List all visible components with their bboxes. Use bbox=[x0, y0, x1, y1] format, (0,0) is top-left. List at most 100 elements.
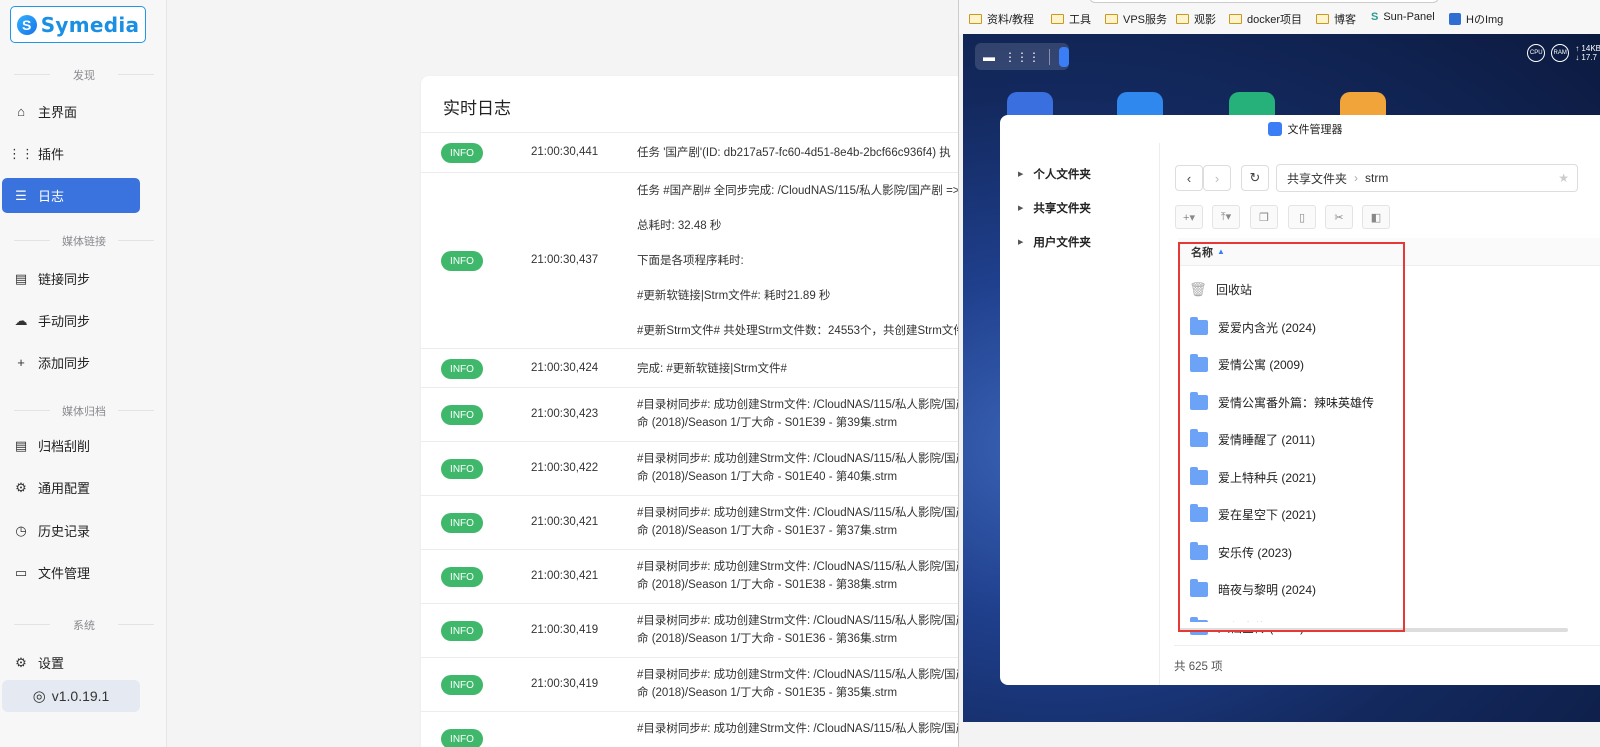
log-row: INFO 21:00:30,419 #目录树同步#: 成功创建Strm文件: /Cl… bbox=[421, 657, 961, 711]
folder-open-icon: ▭ bbox=[14, 564, 28, 580]
nav-label: 链接同步 bbox=[38, 272, 91, 287]
nav-home[interactable]: ⌂ 主界面 bbox=[2, 94, 140, 129]
nav-archive-scrape[interactable]: ▤ 归档刮削 bbox=[2, 428, 140, 463]
file-list-item[interactable]: 爱情公寓番外篇：辣味英雄传 bbox=[1190, 391, 1374, 412]
breadcrumb-item[interactable]: 共享文件夹 bbox=[1287, 170, 1347, 187]
column-header-name[interactable]: 名称 ▲ bbox=[1178, 238, 1600, 266]
rename-button[interactable]: ◧ bbox=[1362, 205, 1390, 229]
folder-icon bbox=[1229, 14, 1242, 24]
window-titlebar[interactable]: 文件管理器 bbox=[1000, 115, 1600, 143]
log-row: INFO 21:00:30,437 任务 #国产剧# 全同步完成: /CloudNA… bbox=[421, 172, 961, 348]
file-list-item[interactable]: 暗夜与黎明 (2024) bbox=[1190, 578, 1317, 599]
tree-item-personal[interactable]: ▶ 个人文件夹 bbox=[1018, 166, 1091, 182]
nav-label: 通用配置 bbox=[38, 481, 91, 496]
bookmark-folder[interactable]: 观影 bbox=[1176, 11, 1216, 27]
log-row: INFO 21:00:30,424 完成: #更新软链接|Strm文件# bbox=[421, 348, 961, 387]
folder-icon bbox=[1190, 578, 1208, 597]
file-name: 爱爱内含光 (2024) bbox=[1218, 320, 1317, 335]
file-name: 暗夜与黎明 (2024) bbox=[1218, 582, 1317, 597]
cut-button[interactable]: ✂ bbox=[1325, 205, 1353, 229]
file-manager-app-icon[interactable] bbox=[1058, 46, 1069, 67]
log-level-badge: INFO bbox=[441, 459, 483, 479]
expand-arrow-icon[interactable]: ▶ bbox=[1018, 204, 1023, 212]
logo-icon: S bbox=[16, 14, 37, 35]
upload-button[interactable]: ⤒▾ bbox=[1212, 205, 1240, 229]
window-title: 文件管理器 bbox=[1287, 124, 1343, 136]
bookmark-folder[interactable]: docker项目 bbox=[1229, 11, 1302, 27]
log-level-badge: INFO bbox=[441, 513, 483, 533]
folder-icon bbox=[1190, 353, 1208, 372]
gear-icon: ⚙ bbox=[15, 479, 27, 495]
app-name: Symedia bbox=[40, 12, 140, 37]
version-button[interactable]: ◎ v1.0.19.1 bbox=[2, 680, 140, 712]
file-list-item[interactable]: 爱情公寓 (2009) bbox=[1190, 353, 1305, 374]
move-button[interactable]: ▯ bbox=[1288, 205, 1316, 229]
file-list-item[interactable]: 🗑 回收站 bbox=[1189, 279, 1252, 299]
nav-link-sync[interactable]: ▤ 链接同步 bbox=[2, 261, 140, 296]
nav-history[interactable]: ◷ 历史记录 bbox=[2, 513, 140, 548]
nav-plugins[interactable]: ⋮⋮ 插件 bbox=[2, 136, 140, 171]
monitor-icon[interactable]: ▬ bbox=[983, 50, 995, 64]
refresh-button[interactable]: ↻ bbox=[1241, 165, 1269, 191]
forward-button[interactable]: › bbox=[1203, 165, 1231, 191]
copy-button[interactable]: ❐ bbox=[1250, 205, 1278, 229]
folder-icon bbox=[1190, 391, 1208, 410]
bookmark-folder[interactable]: 资料/教程 bbox=[969, 11, 1034, 27]
star-icon[interactable]: ★ bbox=[1558, 171, 1569, 185]
tree-item-users[interactable]: ▶ 用户文件夹 bbox=[1018, 234, 1091, 250]
apps-grid-icon[interactable]: ⋮⋮⋮ bbox=[1004, 50, 1040, 64]
folder-icon bbox=[1176, 14, 1189, 24]
system-status: CPU RAM ↑ 14KB ↓ 17.7 bbox=[1527, 44, 1600, 62]
breadcrumb-item[interactable]: strm bbox=[1365, 171, 1388, 185]
breadcrumb[interactable]: 共享文件夹 › strm ★ bbox=[1276, 164, 1578, 192]
log-message: #目录树同步#: 成功创建Strm文件: /CloudNAS/115/私人影院/… bbox=[637, 507, 961, 519]
nav-label: 插件 bbox=[38, 147, 65, 162]
browser-window: 资料/教程 工具 VPS服务 观影 docker项目 博客 S Sun-Panel… bbox=[958, 0, 1600, 747]
file-list-item[interactable]: 安乐传 (2023) bbox=[1190, 541, 1292, 562]
nav-label: 归档刮削 bbox=[38, 439, 91, 454]
log-message: 任务 #国产剧# 全同步完成: /CloudNAS/115/私人影院/国产剧 =… bbox=[637, 185, 960, 197]
chevron-left-icon: ‹ bbox=[1186, 170, 1192, 186]
horizontal-scrollbar[interactable] bbox=[1178, 628, 1568, 632]
bookmark-link[interactable]: S Sun-Panel bbox=[1371, 11, 1435, 23]
folder-icon bbox=[1316, 14, 1329, 24]
plus-icon: +▾ bbox=[1183, 211, 1195, 224]
bookmark-folder[interactable]: 工具 bbox=[1051, 11, 1091, 27]
sort-asc-icon: ▲ bbox=[1217, 247, 1225, 256]
log-message: #目录树同步#: 成功创建Strm文件: /CloudNAS/115/私人影院/… bbox=[637, 561, 961, 573]
log-time: 21:00:30,423 bbox=[531, 408, 599, 420]
folder-icon bbox=[1190, 428, 1208, 447]
file-list-item[interactable]: 爱情睡醒了 (2011) bbox=[1190, 428, 1316, 449]
file-name: 爱情睡醒了 (2011) bbox=[1218, 432, 1316, 447]
bookmark-link[interactable]: HのImg bbox=[1449, 11, 1503, 27]
file-list-item[interactable]: 爱上特种兵 (2021) bbox=[1190, 466, 1316, 487]
new-button[interactable]: +▾ bbox=[1175, 205, 1203, 229]
file-list-item[interactable]: 爱爱内含光 (2024) bbox=[1190, 316, 1317, 337]
log-message: #更新软链接|Strm文件#: 耗时21.89 秒 bbox=[637, 290, 831, 302]
nav-general-config[interactable]: ⚙ 通用配置 bbox=[2, 470, 140, 505]
expand-arrow-icon[interactable]: ▶ bbox=[1018, 170, 1023, 178]
file-name: 爱情公寓 (2009) bbox=[1218, 357, 1305, 372]
nav-manual-sync[interactable]: ☁ 手动同步 bbox=[2, 303, 140, 338]
log-time: 21:00:30,421 bbox=[531, 570, 599, 582]
nav-label: 历史记录 bbox=[38, 524, 91, 539]
log-row: INFO #目录树同步#: 成功创建Strm文件: /CloudNAS/115/私… bbox=[421, 711, 961, 747]
nav-logs[interactable]: ☰ 日志 bbox=[2, 178, 140, 213]
app-logo[interactable]: S Symedia bbox=[10, 6, 146, 43]
back-button[interactable]: ‹ bbox=[1175, 165, 1203, 191]
sidebar: S Symedia 发现 ⌂ 主界面 ⋮⋮ 插件 ☰ 日志 媒体链接 ▤ 链接同步 ☁ 手… bbox=[0, 0, 167, 747]
tree-item-shared[interactable]: ▶ 共享文件夹 bbox=[1018, 200, 1091, 216]
nav-file-manager[interactable]: ▭ 文件管理 bbox=[2, 555, 140, 590]
bookmark-folder[interactable]: VPS服务 bbox=[1105, 11, 1167, 27]
file-list-item[interactable]: 爱在星空下 (2021) bbox=[1190, 503, 1316, 524]
log-level-badge: INFO bbox=[441, 405, 483, 425]
nav-label: 文件管理 bbox=[38, 566, 91, 581]
expand-arrow-icon[interactable]: ▶ bbox=[1018, 238, 1023, 246]
log-level-badge: INFO bbox=[441, 621, 483, 641]
nav-settings[interactable]: ⚙ 设置 bbox=[2, 645, 140, 680]
bookmark-folder[interactable]: 博客 bbox=[1316, 11, 1356, 27]
log-level-badge: INFO bbox=[441, 567, 483, 587]
section-system: 系统 bbox=[14, 617, 154, 633]
log-message: 总耗时: 32.48 秒 bbox=[637, 220, 722, 232]
nav-add-sync[interactable]: + 添加同步 bbox=[2, 345, 140, 380]
